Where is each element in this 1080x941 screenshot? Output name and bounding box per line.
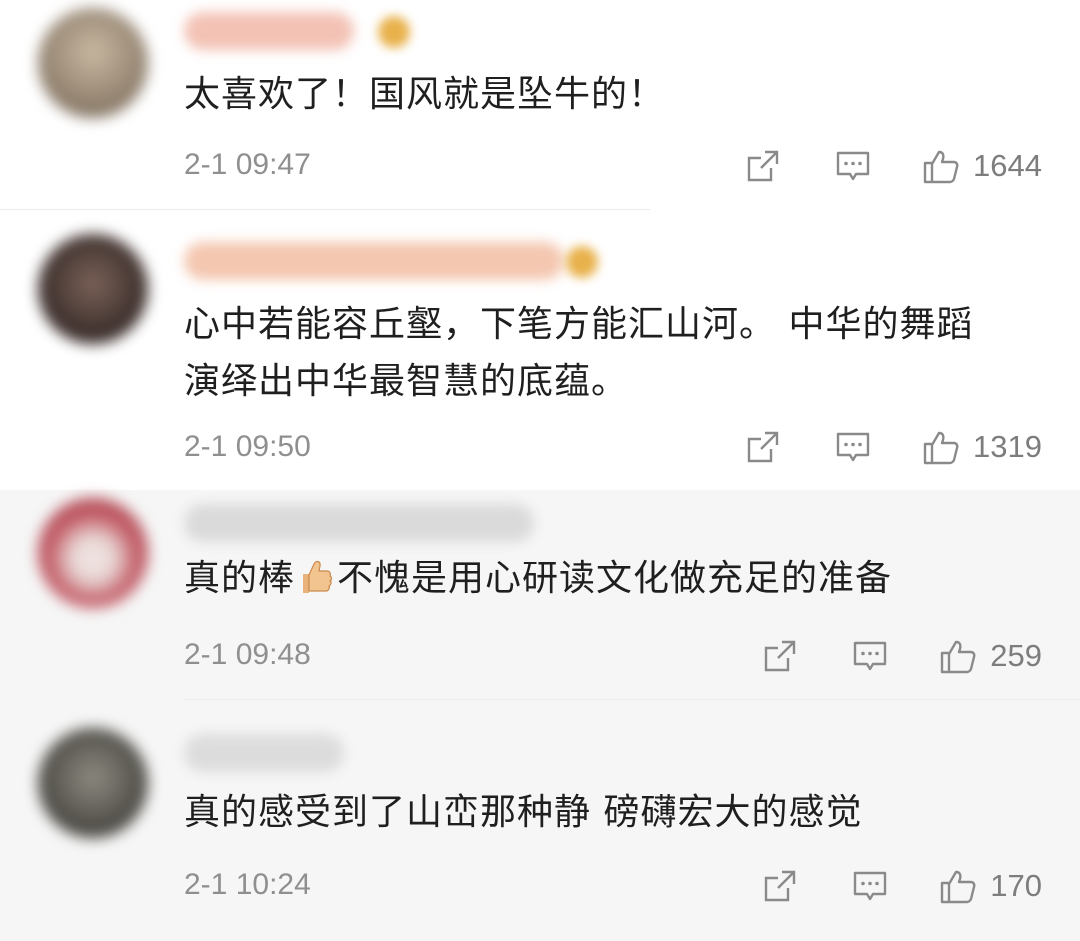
comment-text: 真的棒 不愧是用心研读文化做充足的准备 xyxy=(184,550,1054,607)
thumbs-up-icon xyxy=(921,427,961,467)
comment-actions: 1644 xyxy=(743,146,1042,186)
like-count: 1319 xyxy=(973,429,1042,464)
avatar[interactable] xyxy=(38,728,148,838)
comment-icon[interactable] xyxy=(850,866,890,906)
comment-item: 心中若能容丘壑，下笔方能汇山河。 中华的舞蹈 演绎出中华最智慧的底蕴。 2-1 … xyxy=(0,210,1080,490)
like-button[interactable]: 259 xyxy=(938,636,1042,676)
comment-text-part: 真的棒 xyxy=(184,558,296,599)
comment-text: 真的感受到了山峦那种静 磅礴宏大的感觉 xyxy=(184,792,863,833)
avatar[interactable] xyxy=(38,8,148,118)
thumbs-up-icon xyxy=(938,636,978,676)
comment-actions: 259 xyxy=(760,636,1042,676)
vip-badge-icon xyxy=(378,16,410,48)
username-blurred[interactable] xyxy=(184,242,564,280)
like-count: 1644 xyxy=(973,148,1042,183)
like-count: 170 xyxy=(990,868,1042,903)
comment-time: 2-1 09:47 xyxy=(184,148,311,181)
vip-badge-icon xyxy=(566,246,598,278)
comment-item: 太喜欢了！国风就是坠牛的！ 2-1 09:47 1644 xyxy=(0,0,1080,210)
comment-icon[interactable] xyxy=(833,427,873,467)
avatar[interactable] xyxy=(38,234,148,344)
like-button[interactable]: 1644 xyxy=(921,146,1042,186)
comment-text-line: 演绎出中华最智慧的底蕴。 xyxy=(184,361,629,402)
comment-text: 太喜欢了！国风就是坠牛的！ xyxy=(184,74,666,115)
like-button[interactable]: 170 xyxy=(938,866,1042,906)
share-icon[interactable] xyxy=(760,636,800,676)
comment-time: 2-1 10:24 xyxy=(184,868,311,901)
comment-item: 真的感受到了山峦那种静 磅礴宏大的感觉 2-1 10:24 170 xyxy=(0,700,1080,941)
comment-actions: 170 xyxy=(760,866,1042,906)
comment-icon[interactable] xyxy=(833,146,873,186)
username-blurred[interactable] xyxy=(184,504,534,542)
comment-time: 2-1 09:50 xyxy=(184,430,311,463)
comment-actions: 1319 xyxy=(743,427,1042,467)
username-blurred[interactable] xyxy=(184,12,354,50)
comment-icon[interactable] xyxy=(850,636,890,676)
like-button[interactable]: 1319 xyxy=(921,427,1042,467)
thumbs-up-emoji xyxy=(299,556,333,596)
like-count: 259 xyxy=(990,638,1042,673)
share-icon[interactable] xyxy=(743,146,783,186)
avatar[interactable] xyxy=(38,498,148,608)
comment-text-line: 心中若能容丘壑，下笔方能汇山河。 中华的舞蹈 xyxy=(184,304,974,345)
thumbs-up-icon xyxy=(938,866,978,906)
username-blurred[interactable] xyxy=(184,734,344,772)
comment-text: 心中若能容丘壑，下笔方能汇山河。 中华的舞蹈 演绎出中华最智慧的底蕴。 xyxy=(184,296,1054,410)
share-icon[interactable] xyxy=(743,427,783,467)
thumbs-up-icon xyxy=(921,146,961,186)
comment-text-part: 不愧是用心研读文化做充足的准备 xyxy=(337,558,893,599)
share-icon[interactable] xyxy=(760,866,800,906)
comment-item: 真的棒 不愧是用心研读文化做充足的准备 2-1 09:48 259 xyxy=(0,490,1080,700)
comment-time: 2-1 09:48 xyxy=(184,638,311,671)
